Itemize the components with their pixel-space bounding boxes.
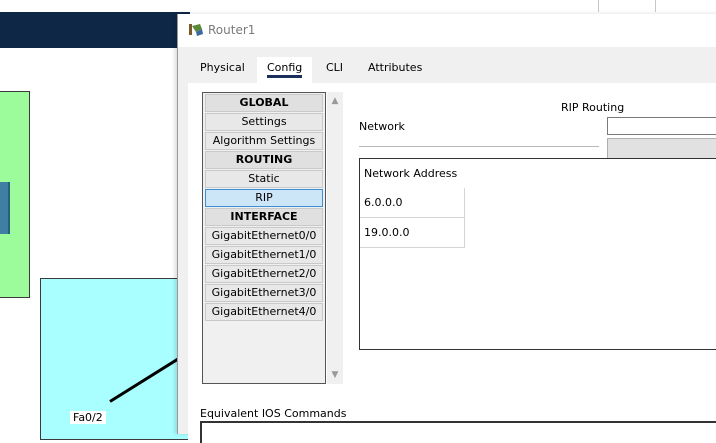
menu-item-algorithm-settings[interactable]: Algorithm Settings xyxy=(205,132,323,150)
tab-label: Physical xyxy=(200,61,245,74)
network-label: Network xyxy=(359,120,405,133)
tab-label: Config xyxy=(267,61,303,78)
menu-item-interface[interactable]: GigabitEthernet1/0 xyxy=(205,246,323,264)
router-icon xyxy=(189,24,203,36)
menu-header-interface: INTERFACE xyxy=(205,208,323,226)
workspace-header-band xyxy=(0,12,190,48)
separator xyxy=(359,146,599,147)
menu-header-global: GLOBAL xyxy=(205,94,323,112)
menu-item-interface[interactable]: GigabitEthernet0/0 xyxy=(205,227,323,245)
workspace-topbar xyxy=(0,0,716,12)
list-item[interactable]: 6.0.0.0 xyxy=(360,188,465,218)
menu-item-interface[interactable]: GigabitEthernet4/0 xyxy=(205,303,323,321)
menu-item-interface[interactable]: GigabitEthernet3/0 xyxy=(205,284,323,302)
menu-scrollbar[interactable]: ▲ ▼ xyxy=(327,92,343,384)
tab-label: Attributes xyxy=(368,61,423,74)
tab-cli[interactable]: CLI xyxy=(316,57,354,83)
menu-item-static[interactable]: Static xyxy=(205,170,323,188)
chevron-up-icon[interactable]: ▲ xyxy=(327,94,343,108)
network-address-list: Network Address 6.0.0.0 19.0.0.0 xyxy=(359,158,716,350)
window-title: Router1 xyxy=(208,23,256,37)
title-bar[interactable]: Router1 xyxy=(178,14,716,47)
tab-config[interactable]: Config xyxy=(257,57,313,83)
tab-label: CLI xyxy=(326,61,344,74)
menu-item-settings[interactable]: Settings xyxy=(205,113,323,131)
config-menu: GLOBAL Settings Algorithm Settings ROUTI… xyxy=(202,92,326,384)
port-label: Fa0/2 xyxy=(70,411,106,424)
menu-item-interface[interactable]: GigabitEthernet2/0 xyxy=(205,265,323,283)
ios-commands-box[interactable] xyxy=(200,421,716,443)
tab-physical[interactable]: Physical xyxy=(190,57,255,83)
network-input[interactable] xyxy=(607,117,716,135)
router-window: Router1 Physical Config CLI Attributes G… xyxy=(177,14,716,443)
rip-routing-title: RIP Routing xyxy=(561,101,625,114)
device-icon[interactable] xyxy=(0,182,10,234)
topbar-divider xyxy=(655,0,656,12)
chevron-down-icon[interactable]: ▼ xyxy=(327,368,343,382)
config-panel: GLOBAL Settings Algorithm Settings ROUTI… xyxy=(188,83,716,443)
network-address-header: Network Address xyxy=(364,167,458,180)
menu-header-routing: ROUTING xyxy=(205,151,323,169)
tab-bar: Physical Config CLI Attributes xyxy=(188,57,716,85)
topbar-divider xyxy=(598,0,599,12)
tab-attributes[interactable]: Attributes xyxy=(358,57,433,83)
add-network-button[interactable] xyxy=(607,138,716,160)
menu-item-rip[interactable]: RIP xyxy=(205,189,323,207)
equivalent-ios-label: Equivalent IOS Commands xyxy=(200,407,347,420)
list-item[interactable]: 19.0.0.0 xyxy=(360,218,465,248)
